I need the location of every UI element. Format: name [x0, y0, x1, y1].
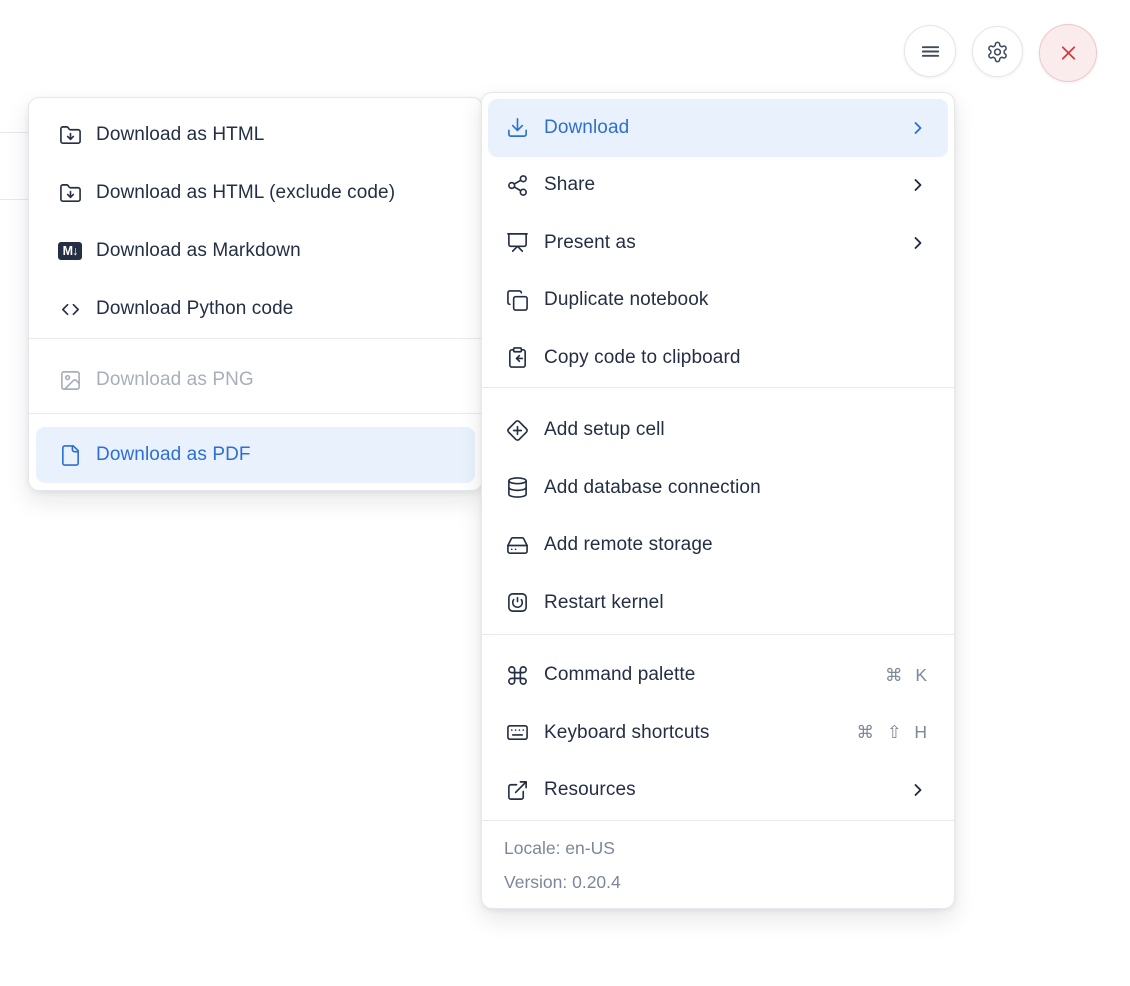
- hamburger-icon: [919, 40, 942, 63]
- menu-item-download-python-code[interactable]: Download Python code: [29, 280, 482, 338]
- chevron-right-icon: [908, 780, 928, 800]
- menu-item-keyboard-shortcuts[interactable]: Keyboard shortcuts ⌘ ⇧ H: [482, 704, 954, 762]
- menu-item-label: Duplicate notebook: [544, 289, 709, 311]
- external-link-icon: [506, 779, 529, 802]
- menu-item-download-as-markdown[interactable]: M↓ Download as Markdown: [29, 222, 482, 280]
- markdown-icon: M↓: [58, 240, 82, 263]
- duplicate-icon: [506, 289, 529, 312]
- settings-button[interactable]: [972, 26, 1023, 77]
- submenu-group-png: Download as PNG: [29, 339, 482, 413]
- menu-item-add-remote-storage[interactable]: Add remote storage: [482, 517, 954, 575]
- command-icon: [506, 664, 529, 687]
- menu-group-tools: Command palette ⌘ K Keyboard shortcuts ⌘…: [482, 635, 954, 821]
- menu-item-label: Share: [544, 174, 596, 196]
- download-icon: [506, 116, 529, 139]
- menu-item-label: Download as Markdown: [96, 240, 301, 261]
- clipboard-copy-icon: [506, 346, 529, 369]
- power-square-icon: [506, 591, 529, 614]
- menu-item-label: Add setup cell: [544, 419, 665, 441]
- menu-item-label: Download: [544, 116, 630, 138]
- menu-item-resources[interactable]: Resources: [482, 762, 954, 820]
- menu-item-label: Add remote storage: [544, 534, 713, 556]
- database-icon: [506, 476, 529, 499]
- gear-icon: [986, 40, 1009, 63]
- menu-item-label: Keyboard shortcuts: [544, 721, 710, 743]
- close-icon: [1057, 42, 1080, 65]
- menu-item-label: Resources: [544, 779, 636, 801]
- background-cell-border: [0, 132, 28, 133]
- folder-download-icon: [59, 124, 82, 147]
- chevron-right-icon: [908, 233, 928, 253]
- folder-download-icon: [59, 182, 82, 205]
- presentation-icon: [506, 231, 529, 254]
- version-text: Version: 0.20.4: [504, 872, 621, 892]
- image-icon: [59, 369, 82, 392]
- menu-item-label: Download as PNG: [96, 369, 254, 390]
- notebook-menu-button[interactable]: [904, 25, 956, 77]
- menu-item-download-as-html-exclude-code[interactable]: Download as HTML (exclude code): [29, 164, 482, 222]
- menu-footer: Locale: en-US Version: 0.20.4: [482, 821, 954, 908]
- menu-item-download-as-png: Download as PNG: [29, 351, 482, 409]
- submenu-group-pdf: Download as PDF: [29, 414, 482, 483]
- menu-item-label: Add database connection: [544, 476, 761, 498]
- menu-item-download-as-html[interactable]: Download as HTML: [29, 106, 482, 164]
- locale-text: Locale: en-US: [504, 838, 615, 858]
- diamond-plus-icon: [506, 419, 529, 442]
- menu-item-label: Present as: [544, 231, 636, 253]
- submenu-group-documents: Download as HTML Download as HTML (exclu…: [29, 106, 482, 338]
- keyboard-shortcut: ⌘ ⇧ H: [856, 722, 928, 743]
- menu-item-share[interactable]: Share: [482, 157, 954, 215]
- download-submenu: Download as HTML Download as HTML (exclu…: [28, 97, 483, 491]
- notebook-actions-menu: Download Share Present as Duplicate note…: [481, 92, 955, 909]
- menu-item-label: Download Python code: [96, 298, 294, 319]
- menu-item-label: Copy code to clipboard: [544, 346, 741, 368]
- menu-item-command-palette[interactable]: Command palette ⌘ K: [482, 647, 954, 705]
- chevron-right-icon: [908, 175, 928, 195]
- keyboard-icon: [506, 721, 529, 744]
- menu-group-cells: Add setup cell Add database connection A…: [482, 388, 954, 634]
- menu-item-label: Download as PDF: [96, 444, 251, 465]
- share-icon: [506, 174, 529, 197]
- menu-item-label: Restart kernel: [544, 591, 664, 613]
- background-cell-border: [0, 199, 28, 200]
- menu-item-add-database-connection[interactable]: Add database connection: [482, 459, 954, 517]
- menu-item-download[interactable]: Download: [488, 99, 948, 157]
- menu-item-present-as[interactable]: Present as: [482, 214, 954, 272]
- menu-item-add-setup-cell[interactable]: Add setup cell: [482, 402, 954, 460]
- menu-group-share: Download Share Present as Duplicate note…: [482, 99, 954, 387]
- menu-item-label: Command palette: [544, 664, 696, 686]
- menu-item-label: Download as HTML (exclude code): [96, 182, 396, 203]
- shutdown-button[interactable]: [1039, 24, 1097, 82]
- menu-item-restart-kernel[interactable]: Restart kernel: [482, 574, 954, 632]
- menu-item-duplicate-notebook[interactable]: Duplicate notebook: [482, 272, 954, 330]
- file-icon: [59, 444, 82, 467]
- menu-item-label: Download as HTML: [96, 124, 265, 145]
- hard-drive-icon: [506, 534, 529, 557]
- code-icon: [59, 298, 82, 321]
- keyboard-shortcut: ⌘ K: [884, 664, 928, 685]
- menu-item-copy-code-to-clipboard[interactable]: Copy code to clipboard: [482, 329, 954, 387]
- menu-item-download-as-pdf[interactable]: Download as PDF: [36, 427, 475, 483]
- chevron-right-icon: [908, 118, 928, 138]
